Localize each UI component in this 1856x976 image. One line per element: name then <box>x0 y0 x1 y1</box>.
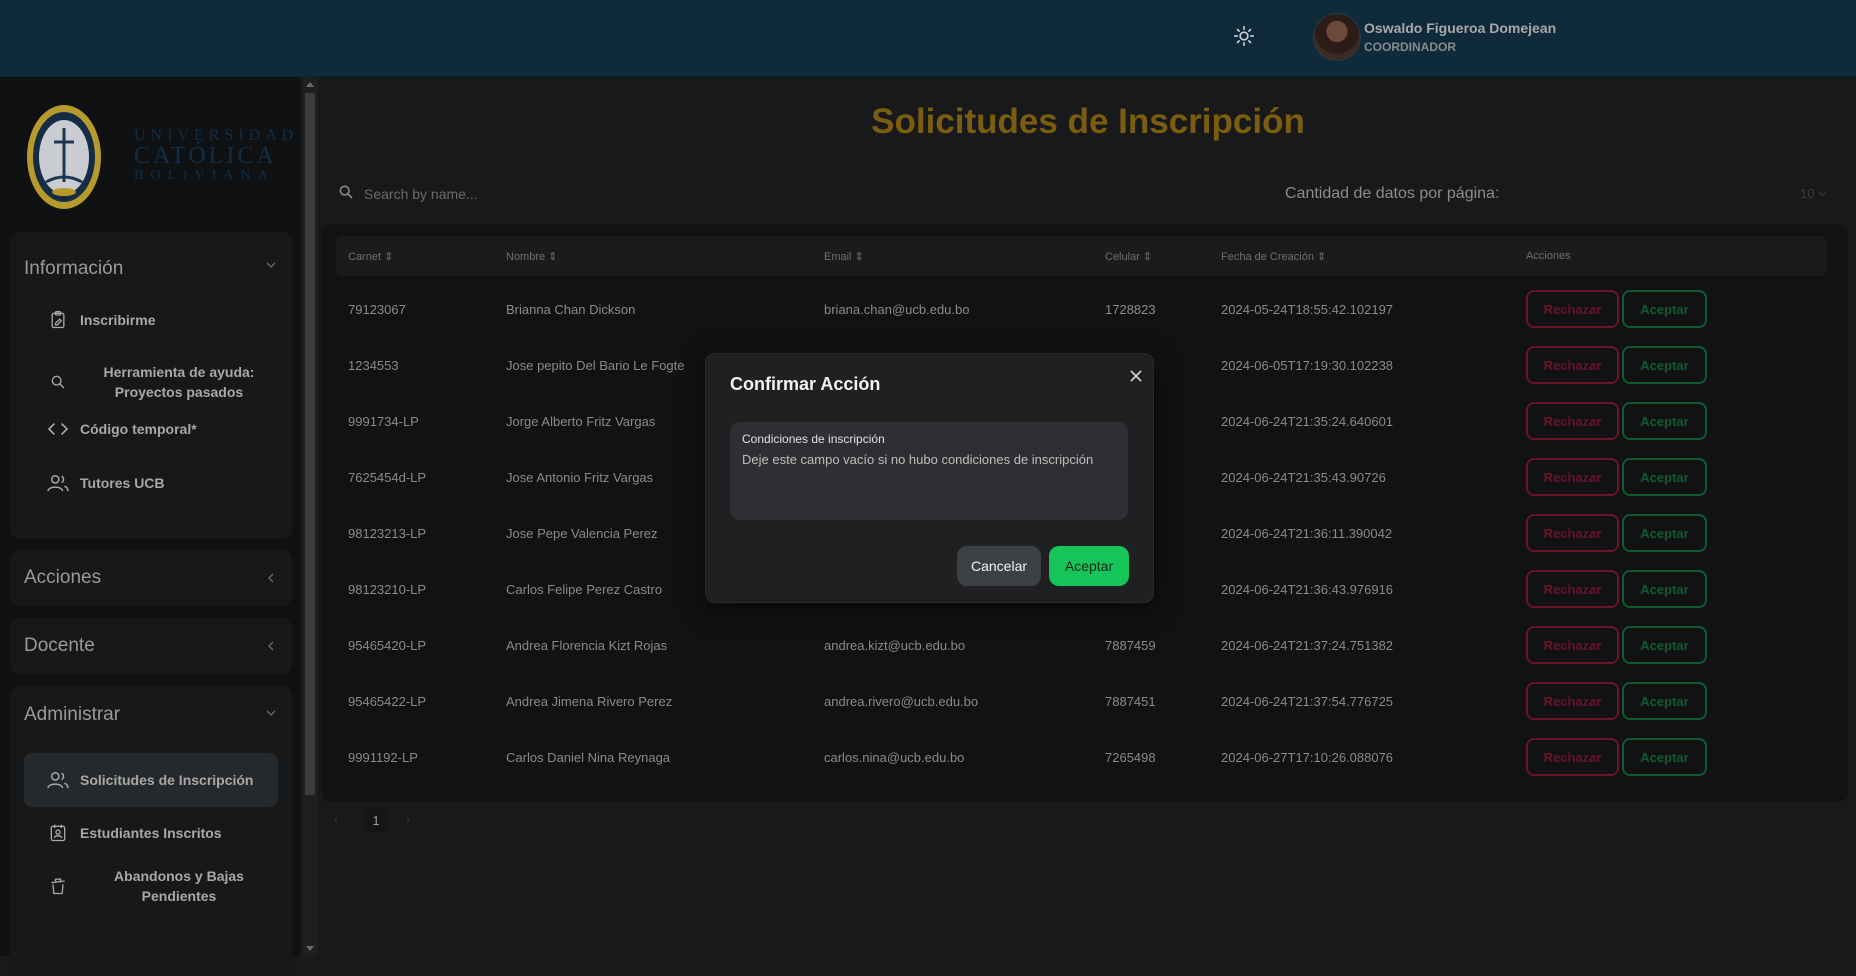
inscription-conditions-input[interactable] <box>742 452 1120 508</box>
inscription-conditions-field: Condiciones de inscripción <box>730 422 1128 520</box>
cancel-button[interactable]: Cancelar <box>957 546 1041 586</box>
confirm-accept-button[interactable]: Aceptar <box>1049 546 1129 586</box>
inscription-conditions-label: Condiciones de inscripción <box>742 432 885 446</box>
confirm-modal: Confirmar Acción Condiciones de inscripc… <box>705 353 1154 603</box>
close-icon[interactable] <box>1126 366 1146 386</box>
modal-title: Confirmar Acción <box>730 374 881 394</box>
